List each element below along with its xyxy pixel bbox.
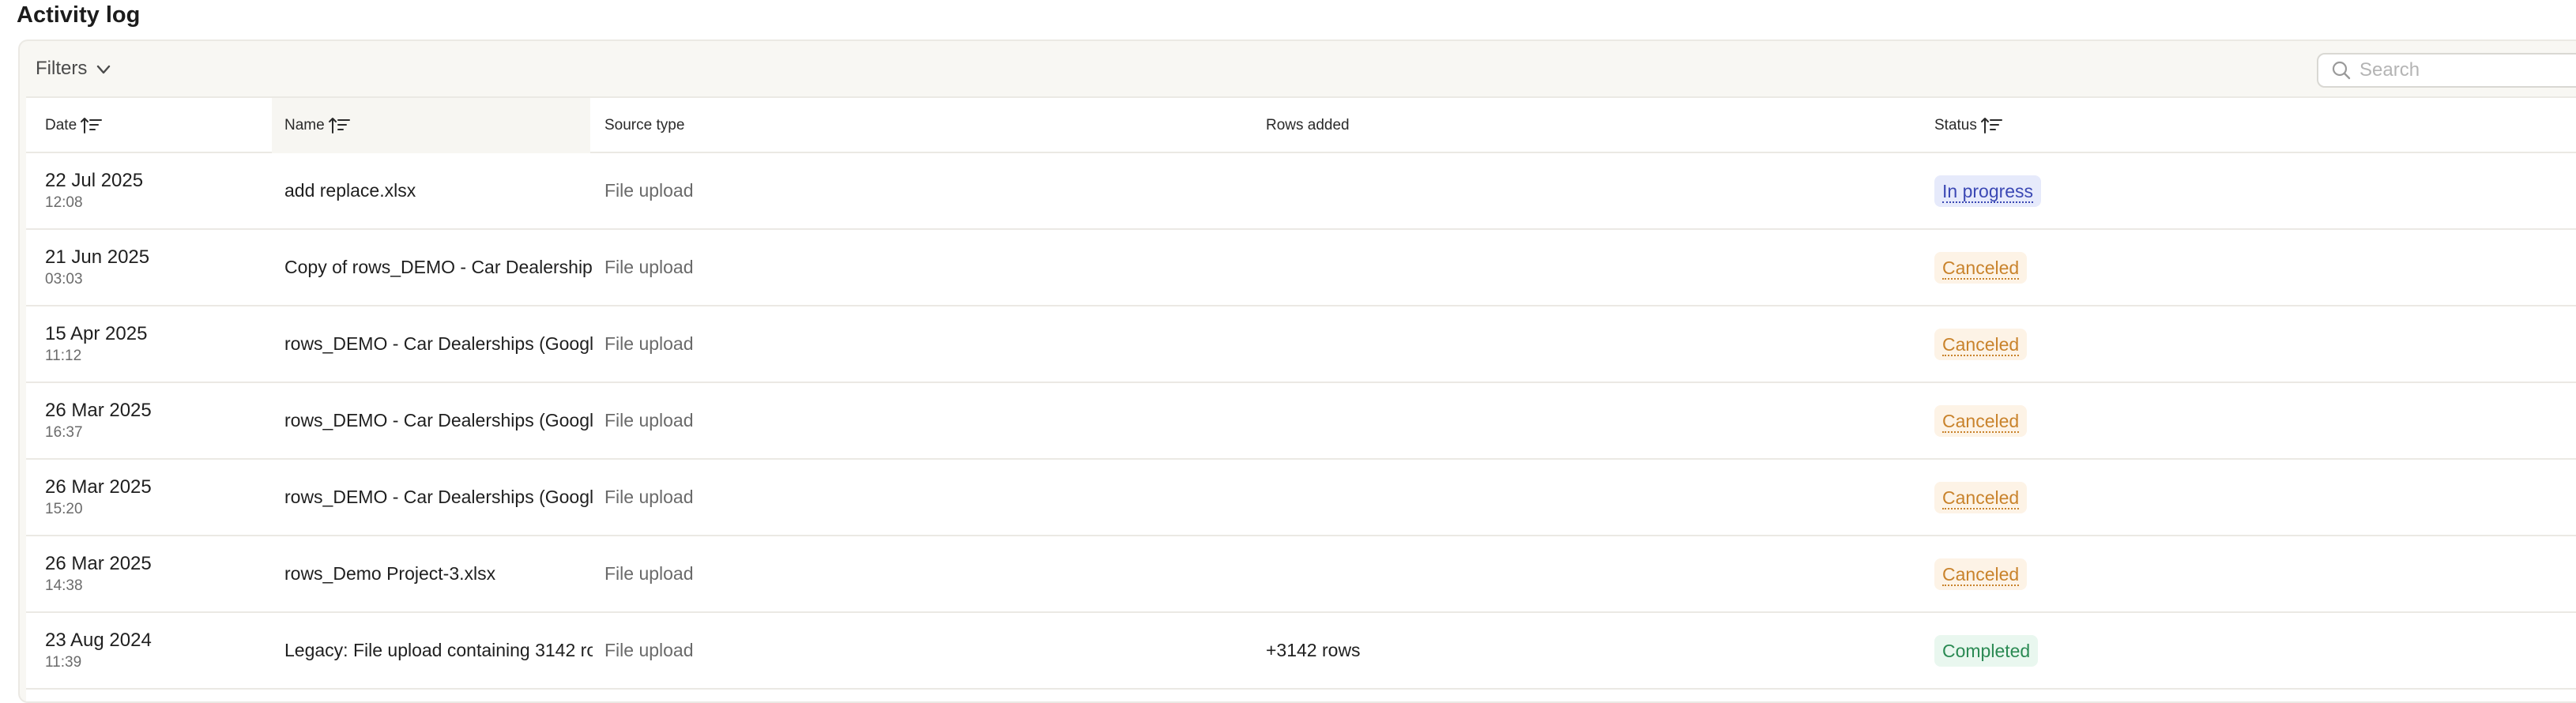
source-type-cell: File upload: [604, 410, 694, 430]
search-icon: [2332, 61, 2351, 80]
date-value: 26 Mar 2025: [45, 476, 152, 498]
name-cell: rows_DEMO - Car Dealerships (Google: [284, 410, 593, 430]
table-row[interactable]: 22 Jul 2025 12:08 add replace.xlsx File …: [26, 153, 2576, 230]
status-label: Canceled: [1942, 257, 2020, 280]
column-header-source-type: Source type: [604, 98, 684, 153]
source-type-cell: File upload: [604, 180, 694, 201]
time-value: 15:20: [45, 500, 83, 517]
status-cell: Canceled: [1934, 383, 2028, 458]
activity-table: Date Name Source type Rows added Status …: [26, 96, 2576, 701]
name-cell: rows_DEMO - Car Dealerships (Google: [284, 333, 593, 354]
status-badge[interactable]: Canceled: [1934, 481, 2028, 513]
time-value: 03:03: [45, 270, 83, 288]
sort-icon: [1980, 118, 2002, 133]
search-input[interactable]: [2359, 59, 2576, 81]
page-title: Activity log: [17, 2, 141, 28]
status-cell: Canceled: [1934, 460, 2028, 535]
status-label: Canceled: [1942, 410, 2020, 433]
table-row[interactable]: 15 Apr 2025 11:12 rows_DEMO - Car Dealer…: [26, 306, 2576, 383]
date-cell: 22 Jul 2025 12:08: [45, 153, 143, 228]
date-cell: 21 Jun 2025 03:03: [45, 230, 149, 305]
date-value: 15 Apr 2025: [45, 322, 148, 344]
status-label: Completed: [1942, 640, 2031, 661]
status-cell: Canceled: [1934, 536, 2028, 611]
column-label-date: Date: [45, 117, 77, 133]
time-value: 16:37: [45, 423, 83, 441]
column-label-status: Status: [1934, 117, 1977, 133]
activity-log-card: Filters Date Name: [18, 39, 2576, 703]
name-cell: add replace.xlsx: [284, 180, 416, 201]
source-type-cell: File upload: [604, 257, 694, 277]
status-cell: Canceled: [1934, 230, 2028, 305]
status-label: Canceled: [1942, 563, 2020, 586]
status-cell: Canceled: [1934, 306, 2028, 382]
time-value: 14:38: [45, 577, 83, 594]
date-cell: 23 Aug 2024 11:39: [45, 613, 152, 688]
column-label-source-type: Source type: [604, 117, 685, 133]
column-label-name: Name: [284, 117, 325, 133]
status-label: Canceled: [1942, 333, 2020, 356]
filters-label: Filters: [36, 58, 88, 79]
rows-added-cell: +3142 rows: [1266, 640, 1361, 660]
column-label-rows-added: Rows added: [1266, 117, 1350, 133]
time-value: 11:12: [45, 347, 82, 364]
sort-icon: [81, 118, 103, 133]
date-value: 21 Jun 2025: [45, 246, 150, 268]
sort-icon: [328, 118, 350, 133]
column-header-date[interactable]: Date: [45, 98, 104, 153]
source-type-cell: File upload: [604, 487, 694, 507]
date-value: 26 Mar 2025: [45, 552, 152, 574]
filters-button[interactable]: Filters: [36, 53, 112, 85]
table-row[interactable]: 26 Mar 2025 16:37 rows_DEMO - Car Dealer…: [26, 383, 2576, 460]
table-row[interactable]: 23 Aug 2024 11:39 Legacy: File upload co…: [26, 613, 2576, 690]
status-badge[interactable]: Canceled: [1934, 328, 2028, 360]
date-cell: 26 Mar 2025 14:38: [45, 536, 152, 611]
column-header-name[interactable]: Name: [272, 98, 590, 153]
table-header: Date Name Source type Rows added Status: [26, 98, 2576, 153]
chevron-down-icon: [97, 65, 111, 74]
source-type-cell: File upload: [604, 563, 694, 584]
status-label: In progress: [1942, 180, 2034, 203]
status-cell: In progress: [1934, 153, 2042, 228]
date-value: 22 Jul 2025: [45, 169, 144, 191]
column-header-status[interactable]: Status: [1934, 98, 2004, 153]
status-badge[interactable]: Canceled: [1934, 404, 2028, 437]
name-cell: rows_Demo Project-3.xlsx: [284, 563, 496, 584]
date-cell: 26 Mar 2025 15:20: [45, 460, 152, 535]
date-value: 23 Aug 2024: [45, 629, 152, 651]
status-badge[interactable]: Completed: [1934, 634, 2039, 667]
name-cell: Legacy: File upload containing 3142 rows: [284, 640, 593, 660]
time-value: 12:08: [45, 194, 83, 211]
column-header-rows-added: Rows added: [1266, 98, 1350, 153]
table-row[interactable]: 26 Mar 2025 15:20 rows_DEMO - Car Dealer…: [26, 460, 2576, 536]
status-badge[interactable]: Canceled: [1934, 251, 2028, 284]
status-badge[interactable]: Canceled: [1934, 558, 2028, 590]
source-type-cell: File upload: [604, 333, 694, 354]
date-cell: 15 Apr 2025 11:12: [45, 306, 147, 382]
status-label: Canceled: [1942, 487, 2020, 509]
status-cell: Completed: [1934, 613, 2039, 688]
name-cell: rows_DEMO - Car Dealerships (Google: [284, 487, 593, 507]
table-row[interactable]: 21 Jun 2025 03:03 Copy of rows_DEMO - Ca…: [26, 230, 2576, 306]
date-value: 26 Mar 2025: [45, 399, 152, 421]
status-badge[interactable]: In progress: [1934, 175, 2042, 207]
name-cell: Copy of rows_DEMO - Car Dealerships: [284, 257, 593, 277]
table-row[interactable]: 26 Mar 2025 14:38 rows_Demo Project-3.xl…: [26, 536, 2576, 613]
date-cell: 26 Mar 2025 16:37: [45, 383, 152, 458]
search-box[interactable]: [2317, 53, 2576, 88]
time-value: 11:39: [45, 653, 82, 671]
source-type-cell: File upload: [604, 640, 694, 660]
